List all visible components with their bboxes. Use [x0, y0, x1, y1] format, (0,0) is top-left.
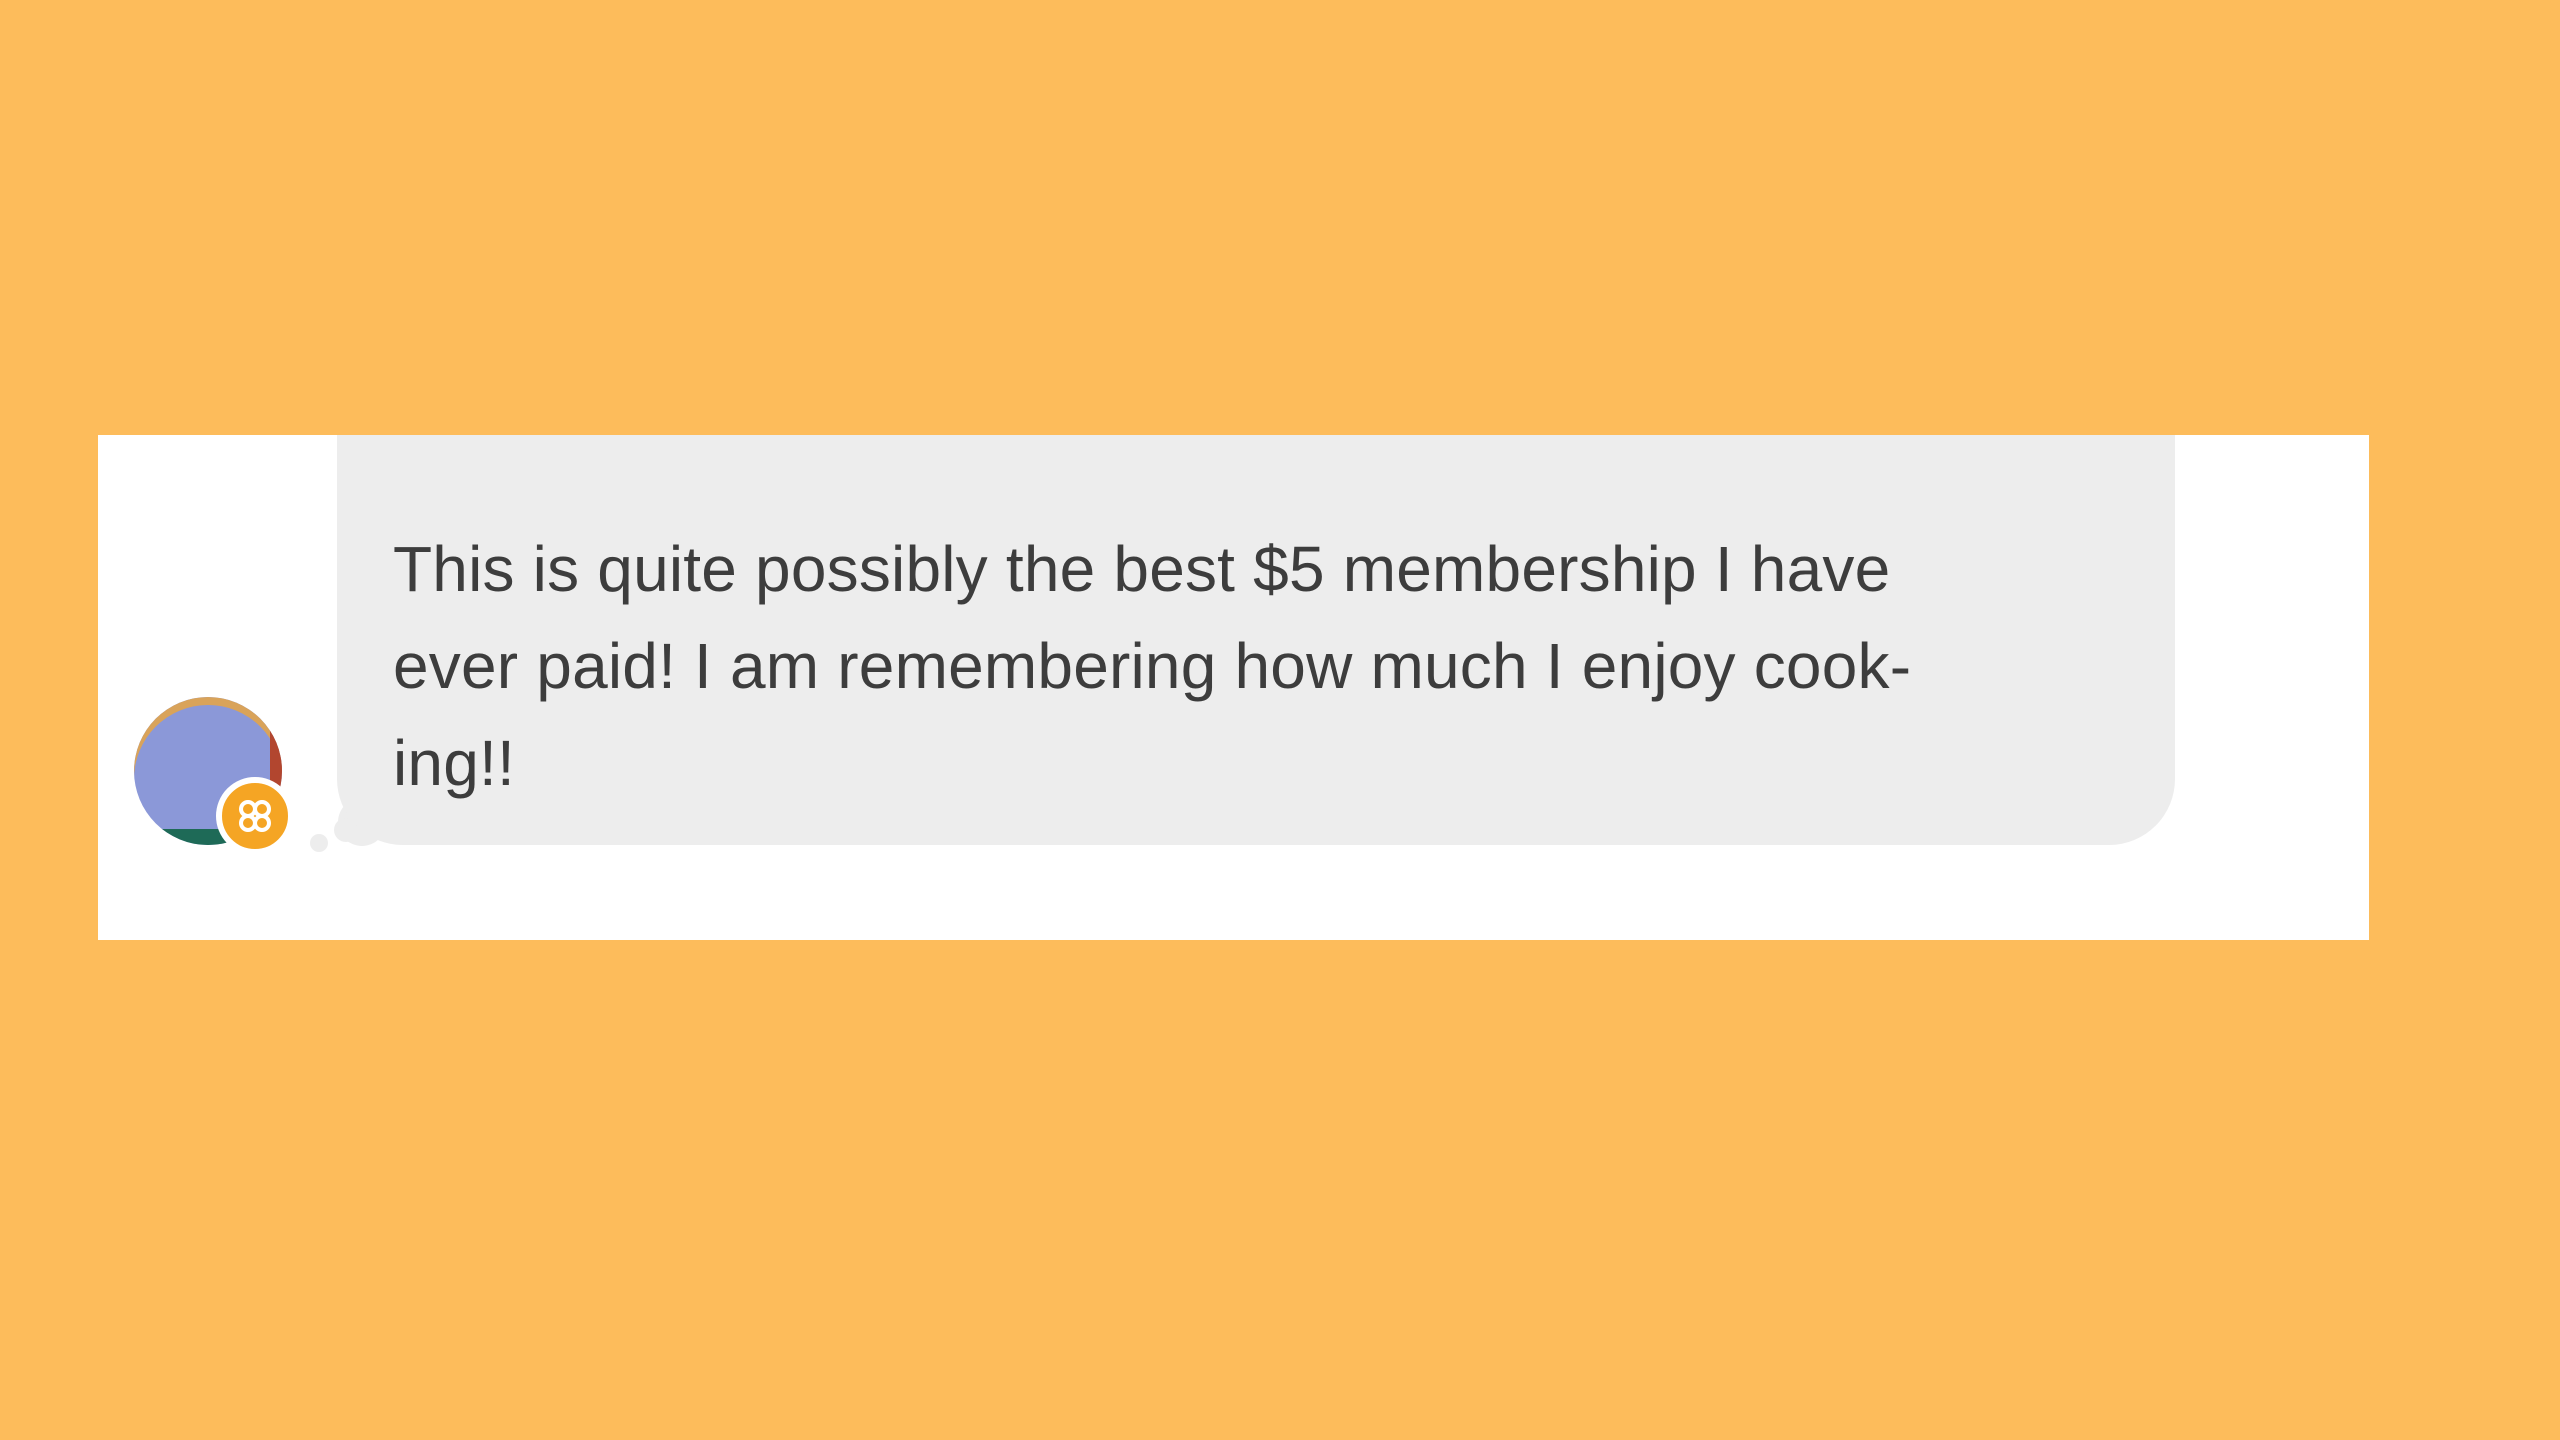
bubble-tail-dot-small: [310, 834, 328, 852]
message-bubble[interactable]: This is quite possibly the best $5 membe…: [337, 435, 2175, 845]
message-card: This is quite possibly the best $5 membe…: [98, 435, 2369, 940]
avatar[interactable]: [134, 697, 294, 859]
flower-icon: [216, 777, 294, 855]
message-text: This is quite possibly the best $5 membe…: [393, 533, 1912, 799]
flower-icon-glyph: [239, 800, 271, 832]
